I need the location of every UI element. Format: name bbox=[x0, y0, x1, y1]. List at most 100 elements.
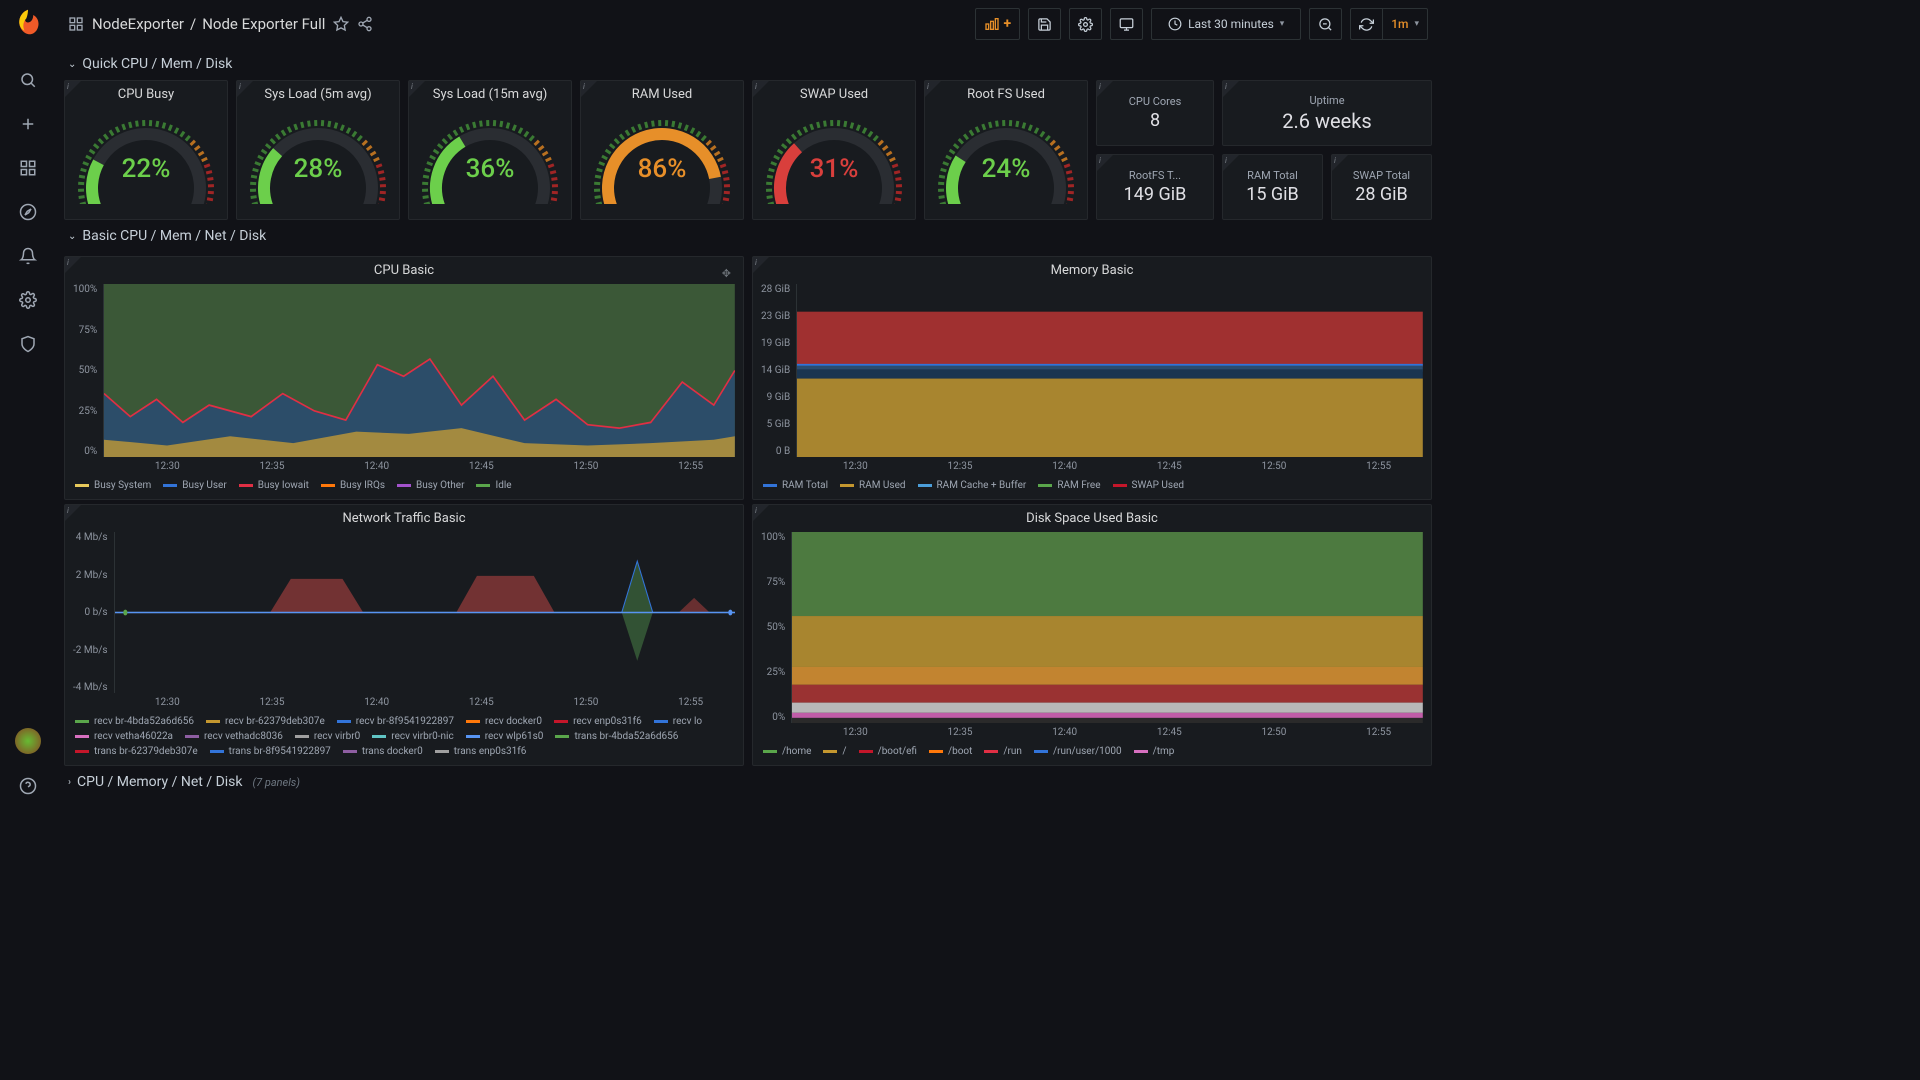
refresh-interval-picker[interactable]: 1m▾ bbox=[1382, 8, 1428, 40]
row-basic-cpu-mem-net-disk[interactable]: ⌄ Basic CPU / Mem / Net / Disk bbox=[64, 220, 1432, 252]
legend-item[interactable]: Busy Iowait bbox=[239, 480, 309, 491]
legend-item[interactable]: recv docker0 bbox=[466, 716, 542, 727]
gauge-panel-4[interactable]: SWAP Used 31% bbox=[752, 80, 916, 220]
search-icon[interactable] bbox=[8, 60, 48, 100]
legend-swatch bbox=[554, 720, 568, 723]
stat-rootfs-total[interactable]: RootFS T...149 GiB bbox=[1096, 154, 1214, 220]
legend-item[interactable]: trans docker0 bbox=[343, 746, 423, 757]
panel-memory-basic[interactable]: Memory Basic 28 GiB23 GiB19 GiB14 GiB9 G… bbox=[752, 256, 1432, 500]
info-icon[interactable] bbox=[1223, 155, 1239, 171]
legend-item[interactable]: trans br-4bda52a6d656 bbox=[555, 731, 678, 742]
stat-uptime[interactable]: Uptime2.6 weeks bbox=[1222, 80, 1432, 146]
time-range-picker[interactable]: Last 30 minutes ▾ bbox=[1151, 8, 1301, 40]
legend-item[interactable]: /boot bbox=[929, 746, 972, 757]
user-avatar[interactable] bbox=[15, 728, 41, 754]
legend-swatch bbox=[337, 720, 351, 723]
legend-item[interactable]: recv br-8f9541922897 bbox=[337, 716, 454, 727]
plus-icon[interactable] bbox=[8, 104, 48, 144]
legend-label: Busy System bbox=[94, 480, 151, 491]
legend-item[interactable]: recv lo bbox=[654, 716, 702, 727]
legend-item[interactable]: recv virbr0 bbox=[295, 731, 360, 742]
axis-tick: 12:50 bbox=[1262, 461, 1287, 472]
panel-cpu-basic[interactable]: CPU Basic ✥ 100%75%50%25%0% bbox=[64, 256, 744, 500]
legend-item[interactable]: /boot/efi bbox=[859, 746, 917, 757]
gear-icon[interactable] bbox=[8, 280, 48, 320]
info-icon[interactable] bbox=[65, 505, 81, 521]
legend-item[interactable]: recv wlp61s0 bbox=[466, 731, 544, 742]
legend-item[interactable]: SWAP Used bbox=[1113, 480, 1185, 491]
star-icon[interactable] bbox=[333, 16, 349, 32]
help-icon[interactable] bbox=[8, 766, 48, 806]
gauge-panel-2[interactable]: Sys Load (15m avg) 36% bbox=[408, 80, 572, 220]
panel-title: Sys Load (5m avg) bbox=[237, 81, 399, 102]
info-icon[interactable] bbox=[65, 257, 81, 273]
row-cpu-memory-net-disk[interactable]: › CPU / Memory / Net / Disk (7 panels) bbox=[64, 766, 1432, 798]
legend-item[interactable]: recv enp0s31f6 bbox=[554, 716, 642, 727]
info-icon[interactable] bbox=[753, 505, 769, 521]
stat-swap-total[interactable]: SWAP Total28 GiB bbox=[1331, 154, 1432, 220]
grafana-logo-icon[interactable] bbox=[14, 8, 42, 36]
legend-item[interactable]: RAM Total bbox=[763, 480, 828, 491]
legend-item[interactable]: recv vetha46022a bbox=[75, 731, 173, 742]
legend-item[interactable]: RAM Free bbox=[1038, 480, 1100, 491]
refresh-button[interactable] bbox=[1350, 8, 1382, 40]
legend-item[interactable]: trans br-62379deb307e bbox=[75, 746, 198, 757]
row-quick-cpu-mem-disk[interactable]: ⌄ Quick CPU / Mem / Disk bbox=[64, 48, 1432, 80]
legend-item[interactable]: Idle bbox=[476, 480, 511, 491]
dashboards-icon[interactable] bbox=[8, 148, 48, 188]
info-icon[interactable] bbox=[581, 81, 597, 97]
stat-ram-total[interactable]: RAM Total15 GiB bbox=[1222, 154, 1323, 220]
legend-item[interactable]: Busy Other bbox=[397, 480, 464, 491]
share-icon[interactable] bbox=[357, 16, 373, 32]
explore-icon[interactable] bbox=[8, 192, 48, 232]
legend-item[interactable]: recv br-4bda52a6d656 bbox=[75, 716, 194, 727]
info-icon[interactable] bbox=[1332, 155, 1348, 171]
gauge-panel-1[interactable]: Sys Load (5m avg) 28% bbox=[236, 80, 400, 220]
panel-disk-space-used-basic[interactable]: Disk Space Used Basic 100%75%50%25%0% bbox=[752, 504, 1432, 766]
legend-label: recv virbr0 bbox=[314, 731, 360, 742]
shield-icon[interactable] bbox=[8, 324, 48, 364]
legend-item[interactable]: /home bbox=[763, 746, 811, 757]
legend-item[interactable]: recv virbr0-nic bbox=[372, 731, 453, 742]
breadcrumb-folder[interactable]: NodeExporter bbox=[92, 15, 184, 33]
info-icon[interactable] bbox=[753, 81, 769, 97]
legend-item[interactable]: recv vethadc8036 bbox=[185, 731, 283, 742]
legend-item[interactable]: recv br-62379deb307e bbox=[206, 716, 325, 727]
zoom-out-button[interactable] bbox=[1309, 8, 1342, 40]
gauge-panel-3[interactable]: RAM Used 86% bbox=[580, 80, 744, 220]
info-icon[interactable] bbox=[1097, 81, 1113, 97]
drag-handle-icon[interactable]: ✥ bbox=[722, 267, 731, 280]
legend-item[interactable]: Busy User bbox=[163, 480, 226, 491]
add-panel-button[interactable]: + bbox=[975, 8, 1021, 40]
legend-item[interactable]: trans br-8f9541922897 bbox=[210, 746, 331, 757]
settings-button[interactable] bbox=[1069, 8, 1102, 40]
legend-item[interactable]: /tmp bbox=[1134, 746, 1175, 757]
legend-label: recv br-62379deb307e bbox=[225, 716, 325, 727]
legend-item[interactable]: /run bbox=[984, 746, 1022, 757]
info-icon[interactable] bbox=[1223, 81, 1239, 97]
legend-item[interactable]: RAM Used bbox=[840, 480, 905, 491]
info-icon[interactable] bbox=[237, 81, 253, 97]
gauge-panel-0[interactable]: CPU Busy 22% bbox=[64, 80, 228, 220]
info-icon[interactable] bbox=[925, 81, 941, 97]
legend-item[interactable]: Busy IRQs bbox=[321, 480, 385, 491]
monitor-button[interactable] bbox=[1110, 8, 1143, 40]
bell-icon[interactable] bbox=[8, 236, 48, 276]
breadcrumb-dashboard[interactable]: Node Exporter Full bbox=[202, 15, 325, 33]
legend-item[interactable]: /run/user/1000 bbox=[1034, 746, 1122, 757]
gauge-panel-5[interactable]: Root FS Used 24% bbox=[924, 80, 1088, 220]
info-icon[interactable] bbox=[753, 257, 769, 273]
panel-network-traffic-basic[interactable]: Network Traffic Basic 4 Mb/s2 Mb/s0 b/s-… bbox=[64, 504, 744, 766]
breadcrumb[interactable]: NodeExporter / Node Exporter Full bbox=[92, 15, 325, 33]
legend-item[interactable]: Busy System bbox=[75, 480, 151, 491]
legend-swatch bbox=[859, 750, 873, 753]
legend-item[interactable]: RAM Cache + Buffer bbox=[918, 480, 1027, 491]
save-button[interactable] bbox=[1028, 8, 1061, 40]
info-icon[interactable] bbox=[1097, 155, 1113, 171]
legend-item[interactable]: trans enp0s31f6 bbox=[435, 746, 527, 757]
info-icon[interactable] bbox=[409, 81, 425, 97]
info-icon[interactable] bbox=[65, 81, 81, 97]
legend-label: / bbox=[842, 746, 846, 757]
legend-item[interactable]: / bbox=[823, 746, 846, 757]
stat-cpu-cores[interactable]: CPU Cores8 bbox=[1096, 80, 1214, 146]
